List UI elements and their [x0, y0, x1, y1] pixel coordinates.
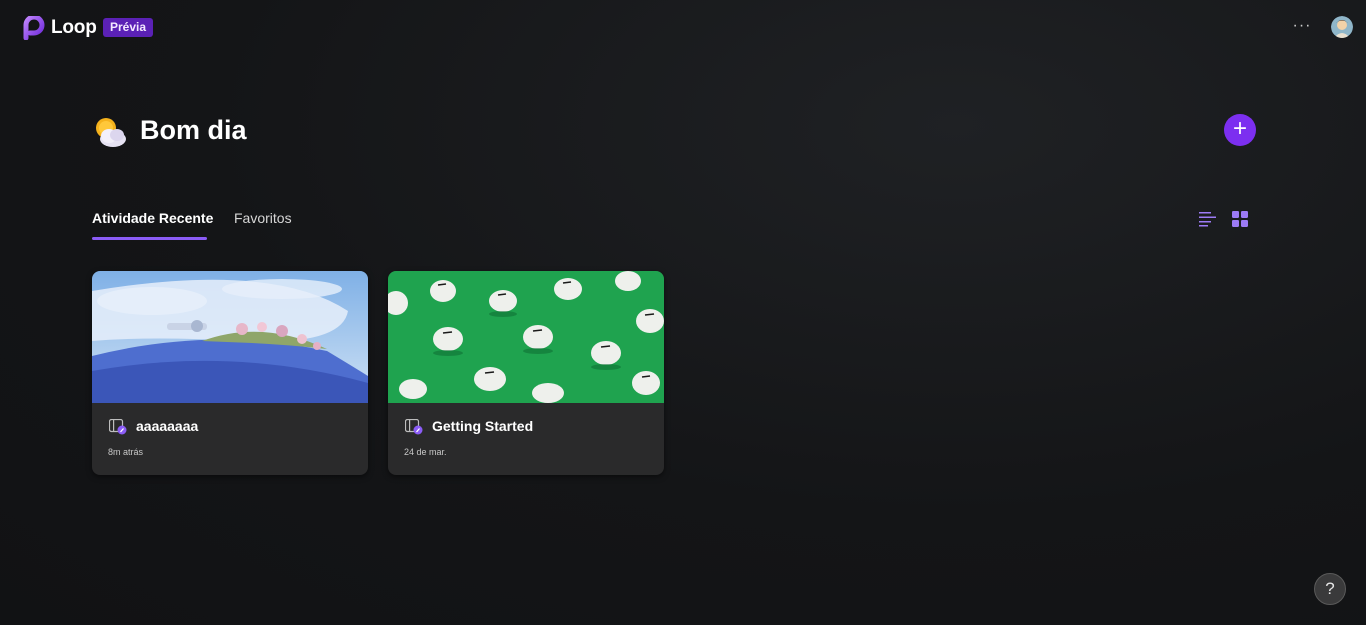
new-workspace-button[interactable]: + — [1224, 114, 1256, 146]
preview-badge: Prévia — [103, 18, 154, 37]
loop-logo-icon[interactable] — [22, 16, 46, 40]
greeting-title: Bom dia — [140, 115, 247, 145]
workspace-card[interactable]: aaaaaaaa 8m atrás — [92, 271, 368, 475]
card-title[interactable]: Getting Started — [432, 418, 533, 434]
blue-landscape-cover — [92, 271, 368, 403]
active-tab-indicator — [92, 237, 207, 240]
piggy-banks-green-cover — [388, 271, 664, 403]
more-options-button[interactable]: ··· — [1290, 15, 1314, 39]
sun-behind-cloud-icon — [96, 118, 126, 147]
card-body: Getting Started 24 de mar. — [388, 403, 664, 475]
loop-workspace-icon — [109, 419, 127, 435]
grid-view-icon[interactable] — [1232, 211, 1248, 227]
loop-workspace-icon — [405, 419, 423, 435]
help-button[interactable]: ? — [1314, 573, 1346, 605]
tab-favorites[interactable]: Favoritos — [234, 210, 292, 226]
top-bar: Loop Prévia ··· — [0, 0, 1366, 56]
tab-recent-activity[interactable]: Atividade Recente — [92, 210, 213, 226]
workspace-card[interactable]: Getting Started 24 de mar. — [388, 271, 664, 475]
card-title[interactable]: aaaaaaaa — [136, 418, 198, 434]
user-avatar[interactable] — [1331, 16, 1353, 38]
app-name[interactable]: Loop — [51, 17, 97, 39]
list-view-icon[interactable] — [1199, 211, 1217, 227]
card-timestamp: 24 de mar. — [404, 447, 447, 457]
card-timestamp: 8m atrás — [108, 447, 144, 457]
card-body: aaaaaaaa 8m atrás — [92, 403, 368, 475]
